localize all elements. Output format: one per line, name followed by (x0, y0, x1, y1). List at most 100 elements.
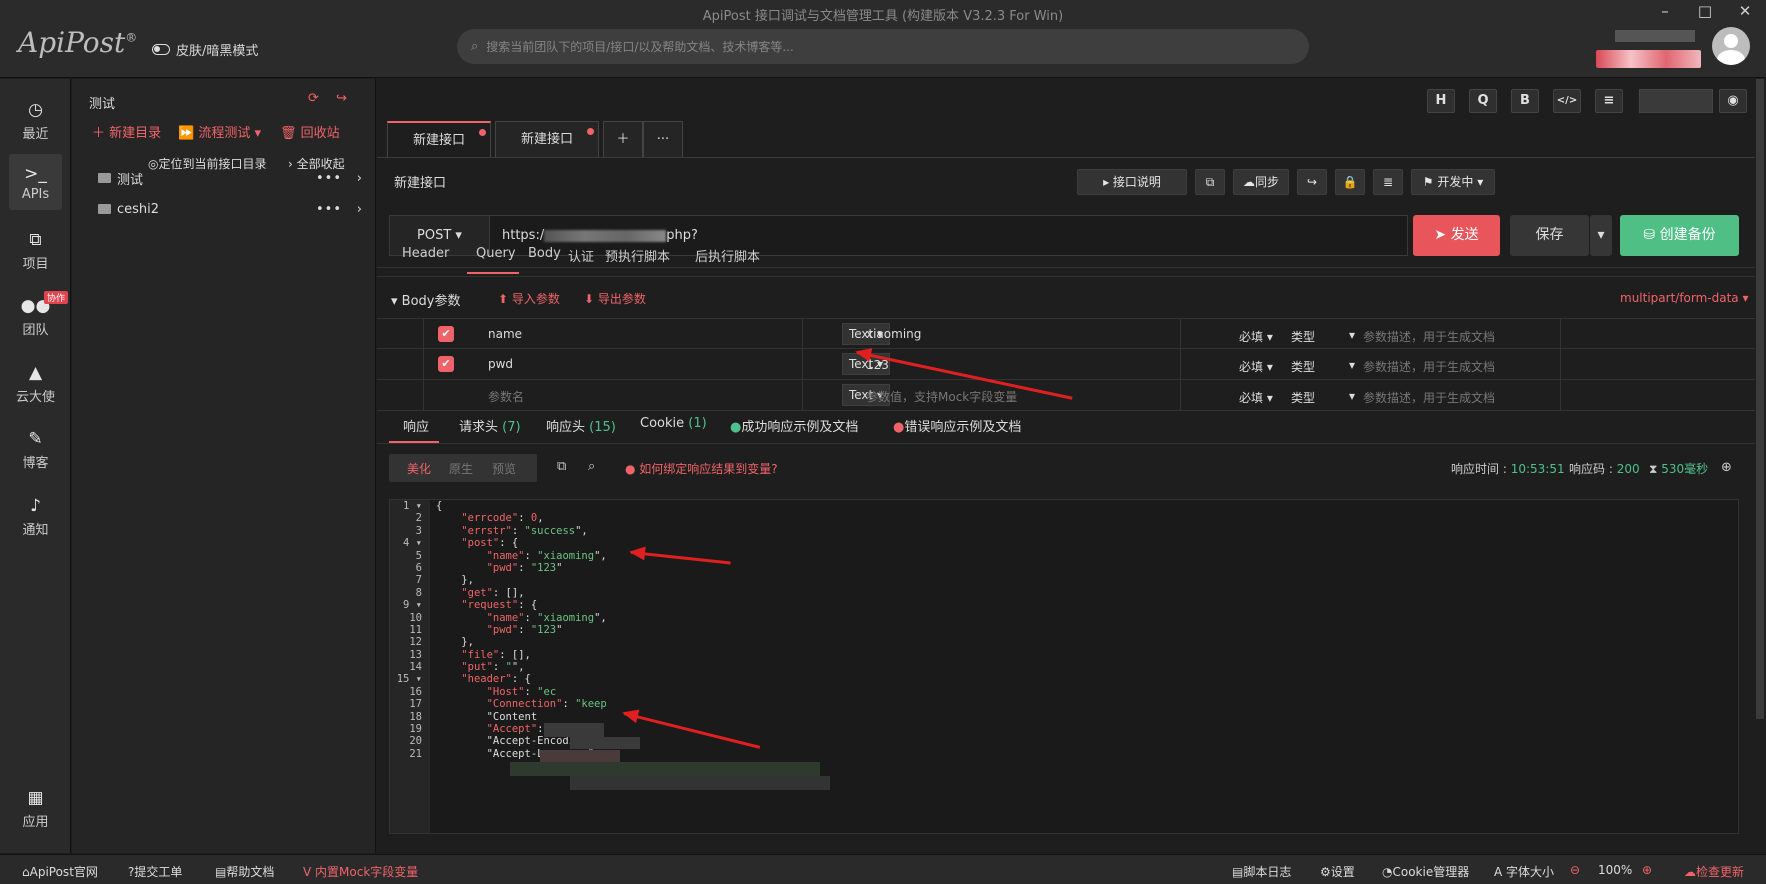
cookie-manager-link[interactable]: ◔Cookie管理器 (1382, 863, 1469, 880)
settings-button[interactable]: ≡ (1595, 89, 1623, 113)
more-icon[interactable]: ••• (316, 171, 342, 186)
maximize-button[interactable]: □ (1690, 2, 1720, 20)
heading-button[interactable]: H (1427, 89, 1455, 113)
nav-blog[interactable]: ✎ 博客 (9, 419, 62, 475)
add-tab-button[interactable]: ＋ (603, 121, 643, 157)
settings-link[interactable]: ⚙设置 (1320, 863, 1355, 880)
param-name[interactable]: name (488, 327, 522, 341)
send-button[interactable]: ➤ 发送 (1413, 215, 1500, 256)
bind-help-link[interactable]: ● 如何绑定响应结果到变量? (625, 460, 778, 477)
redacted-mosaic (540, 750, 620, 762)
required-select[interactable]: 必填 ▾ (1239, 328, 1273, 345)
type-select[interactable]: 类型 (1291, 389, 1315, 406)
help-link[interactable]: ▤帮助文档 (215, 863, 274, 880)
body-params-toggle[interactable]: ▾ Body参数 (391, 290, 461, 309)
tab-success-example[interactable]: ●成功响应示例及文档 (730, 416, 858, 452)
flow-test-button[interactable]: ⏩ 流程测试 ▾ (178, 122, 261, 141)
export-params-button[interactable]: ⬇ 导出参数 (584, 290, 646, 307)
theme-toggle[interactable]: 皮肤/暗黑模式 (152, 40, 258, 59)
title-bar: ApiPost 接口调试与文档管理工具 (构建版本 V3.2.3 For Win… (0, 0, 1766, 78)
search-icon[interactable]: ⌕ (588, 459, 595, 474)
mock-link[interactable]: V 内置Mock字段变量 (303, 863, 418, 880)
copy-icon[interactable]: ⧉ (1195, 169, 1225, 195)
new-dir-button[interactable]: ＋ 新建目录 (92, 122, 161, 141)
api-doc-button[interactable]: ▸ 接口说明 (1077, 169, 1187, 195)
nav-apps[interactable]: ▦ 应用 (9, 778, 62, 834)
save-dropdown[interactable]: ▾ (1590, 215, 1612, 256)
tab-more-button[interactable]: ··· (643, 121, 683, 157)
terminal-icon: >_ (24, 164, 47, 184)
search-input[interactable] (486, 39, 1267, 54)
refresh-icon[interactable]: ⟳ (308, 91, 319, 106)
response-code-viewer[interactable]: 1 ▾ 2 3 4 ▾ 5 6 7 8 9 ▾ 10 11 12 13 14 15 ▾… (389, 499, 1739, 834)
global-search[interactable]: ⌕ (457, 29, 1309, 64)
chevron-right-icon[interactable]: › (357, 171, 362, 186)
bold-button[interactable]: B (1511, 89, 1539, 113)
sync-button[interactable]: ☁同步 (1233, 169, 1289, 195)
close-button[interactable]: ✕ (1730, 2, 1760, 20)
quote-button[interactable]: Q (1469, 89, 1497, 113)
minimize-button[interactable]: – (1650, 2, 1680, 20)
more-icon[interactable]: ••• (316, 202, 342, 217)
zoom-out-button[interactable]: ⊖ (1570, 863, 1580, 877)
folder-item[interactable]: 测试 ••• › (98, 165, 368, 191)
nav-apis[interactable]: >_ APIs (9, 154, 62, 210)
type-dropdown-icon[interactable]: ▾ (1349, 328, 1355, 342)
site-link[interactable]: ⌂ApiPost官网 (22, 863, 98, 880)
param-value-input[interactable]: 参数值，支持Mock字段变量 (866, 388, 1017, 405)
view-pretty[interactable]: 美化 (407, 460, 431, 477)
save-button[interactable]: 保存 (1510, 215, 1589, 256)
nav-recent[interactable]: ◷ 最近 (9, 90, 62, 146)
ticket-link[interactable]: ?提交工单 (128, 863, 182, 880)
copy-icon[interactable]: ⧉ (557, 459, 566, 474)
lock-icon[interactable]: 🔒 (1335, 169, 1365, 195)
tab-response-headers[interactable]: 响应头 (15) (546, 416, 616, 452)
nav-notice[interactable]: ♪ 通知 (9, 486, 62, 542)
tab-response[interactable]: 响应 (403, 416, 429, 452)
tab-cookie[interactable]: Cookie (1) (640, 416, 707, 452)
status-dropdown[interactable]: ⚑ 开发中 ▾ (1411, 169, 1495, 195)
param-desc[interactable]: 参数描述，用于生成文档 (1363, 328, 1495, 345)
folder-item[interactable]: ceshi2 ••• › (98, 196, 368, 222)
import-params-button[interactable]: ⬆ 导入参数 (498, 290, 560, 307)
type-select[interactable]: 类型 (1291, 328, 1315, 345)
param-desc[interactable]: 参数描述，用于生成文档 (1363, 358, 1495, 375)
line-number: 5 (415, 549, 422, 562)
tab-request-headers[interactable]: 请求头 (7) (459, 416, 521, 452)
avatar[interactable] (1712, 27, 1750, 65)
table-row: ✔ name Text ▾ xiaoming 必填 ▾ 类型 ▾ 参数描述，用于… (377, 318, 1755, 349)
eye-icon[interactable]: ◉ (1719, 89, 1747, 113)
tab-new-api-1[interactable]: 新建接口 (387, 121, 491, 157)
check-update-link[interactable]: ☁检查更新 (1684, 863, 1744, 880)
view-preview[interactable]: 预览 (492, 460, 516, 477)
param-desc[interactable]: 参数描述，用于生成文档 (1363, 389, 1495, 406)
type-dropdown-icon[interactable]: ▾ (1349, 358, 1355, 372)
view-raw[interactable]: 原生 (449, 460, 473, 477)
type-dropdown-icon[interactable]: ▾ (1349, 389, 1355, 403)
share-icon[interactable]: ↪ (1297, 169, 1327, 195)
chevron-right-icon[interactable]: › (357, 202, 362, 217)
tab-error-example[interactable]: ●错误响应示例及文档 (893, 416, 1021, 452)
code-button[interactable]: </> (1553, 89, 1581, 113)
row-checkbox[interactable]: ✔ (438, 326, 454, 342)
row-checkbox[interactable]: ✔ (438, 356, 454, 372)
scrollbar[interactable] (1756, 79, 1764, 719)
required-select[interactable]: 必填 ▾ (1239, 358, 1273, 375)
database-icon[interactable]: ≣ (1373, 169, 1403, 195)
param-value[interactable]: xiaoming (866, 327, 921, 341)
param-name[interactable]: pwd (488, 357, 513, 371)
zoom-in-button[interactable]: ⊕ (1642, 863, 1652, 877)
url-input[interactable]: https:/php? (502, 228, 698, 243)
share-icon[interactable]: ↪ (336, 91, 347, 106)
content-type-select[interactable]: multipart/form-data ▾ (1620, 291, 1749, 305)
recycle-button[interactable]: 🗑 回收站 (280, 122, 340, 141)
required-select[interactable]: 必填 ▾ (1239, 389, 1273, 406)
nav-projects[interactable]: ⧉ 项目 (9, 220, 62, 276)
download-icon[interactable]: ⊕ (1721, 460, 1732, 475)
nav-ambassador[interactable]: ▲ 云大使 (9, 353, 62, 409)
tab-new-api-2[interactable]: 新建接口 (495, 121, 599, 157)
create-backup-button[interactable]: ⛁ 创建备份 (1620, 215, 1739, 256)
script-log-link[interactable]: ▤脚本日志 (1232, 863, 1291, 880)
type-select[interactable]: 类型 (1291, 358, 1315, 375)
param-name-input[interactable]: 参数名 (488, 388, 524, 405)
